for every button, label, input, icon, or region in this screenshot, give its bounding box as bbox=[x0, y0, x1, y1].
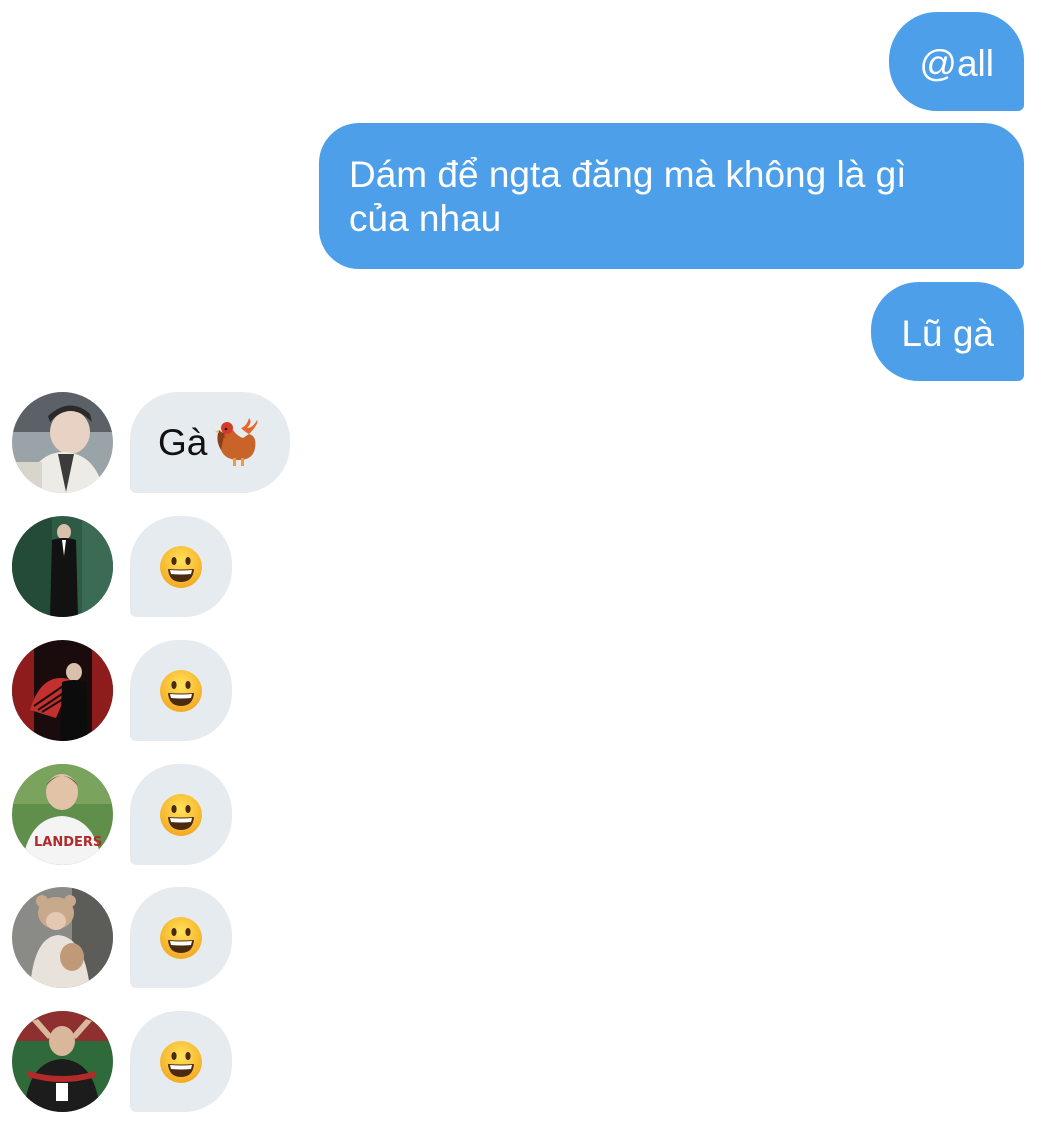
avatar[interactable] bbox=[12, 1011, 113, 1112]
smiley-icon bbox=[158, 915, 204, 961]
incoming-message[interactable] bbox=[130, 887, 232, 988]
smiley-icon bbox=[158, 1039, 204, 1085]
incoming-message[interactable] bbox=[130, 1011, 232, 1112]
incoming-message[interactable]: Gà bbox=[130, 392, 290, 493]
outgoing-message[interactable]: Dám để ngta đăng mà không là gì của nhau bbox=[319, 123, 1024, 269]
smiley-icon bbox=[158, 668, 204, 714]
avatar[interactable] bbox=[12, 392, 113, 493]
incoming-message[interactable] bbox=[130, 640, 232, 741]
avatar[interactable]: LANDERS bbox=[12, 764, 113, 865]
avatar[interactable] bbox=[12, 516, 113, 617]
svg-text:LANDERS: LANDERS bbox=[34, 835, 102, 850]
outgoing-message[interactable]: @all bbox=[889, 12, 1024, 111]
outgoing-message[interactable]: Lũ gà bbox=[871, 282, 1024, 381]
incoming-message[interactable] bbox=[130, 516, 232, 617]
rooster-icon bbox=[213, 417, 263, 468]
avatar[interactable] bbox=[12, 640, 113, 741]
avatar[interactable] bbox=[12, 887, 113, 988]
message-text: Gà bbox=[158, 421, 208, 463]
incoming-message[interactable] bbox=[130, 764, 232, 865]
smiley-icon bbox=[158, 544, 204, 590]
smiley-icon bbox=[158, 792, 204, 838]
